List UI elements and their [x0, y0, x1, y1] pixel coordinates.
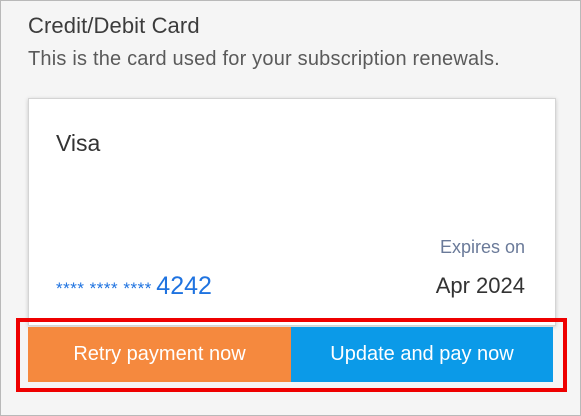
card-number: **** **** **** 4242 — [56, 272, 212, 301]
section-title: Credit/Debit Card — [28, 13, 200, 38]
expires-label: Expires on — [439, 237, 525, 257]
section-description: This is the card used for your subscript… — [28, 48, 500, 70]
card-number-mask: **** **** **** — [56, 279, 152, 298]
retry-payment-button[interactable]: Retry payment now — [28, 327, 291, 382]
update-and-pay-button[interactable]: Update and pay now — [291, 327, 553, 382]
card-brand: Visa — [56, 130, 101, 156]
card-number-last4: 4242 — [156, 272, 212, 300]
expires-value: Apr 2024 — [435, 273, 525, 298]
